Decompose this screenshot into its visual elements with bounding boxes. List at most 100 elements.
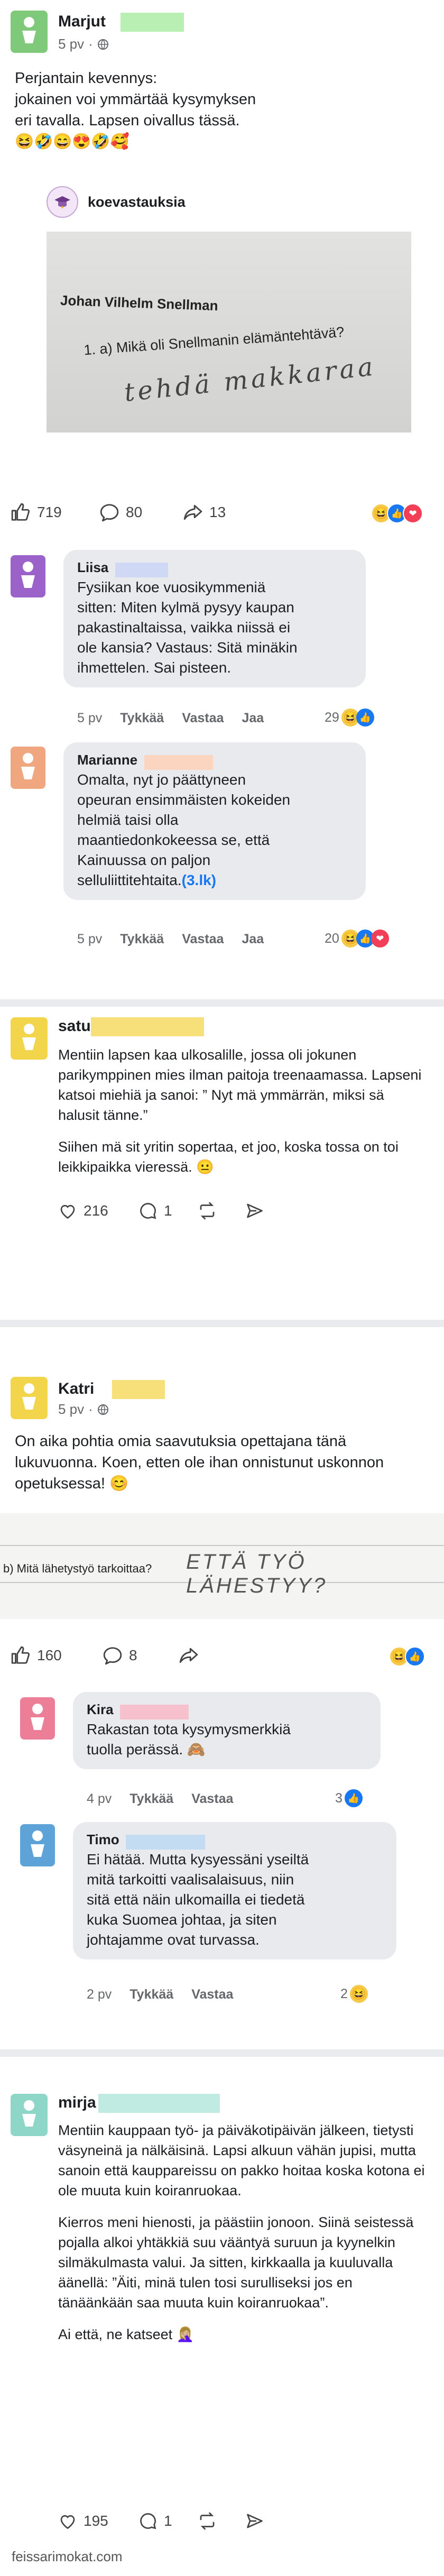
- comment-avatar[interactable]: [11, 747, 45, 789]
- comment-like-button[interactable]: Tykkää: [130, 1791, 173, 1807]
- like-count: 195: [84, 2513, 108, 2529]
- comment-icon: [140, 1203, 156, 1219]
- like-count: 216: [84, 1202, 108, 1219]
- name-highlight: [115, 562, 168, 577]
- comment-author[interactable]: Marianne: [77, 752, 137, 768]
- like-button[interactable]: 195: [58, 2511, 108, 2531]
- comment-link[interactable]: (3.lk): [182, 872, 216, 888]
- comment-time: 5 pv: [77, 932, 103, 946]
- person-icon: [22, 17, 36, 43]
- comment-reply-button[interactable]: Vastaa: [191, 1987, 233, 2002]
- repost-button[interactable]: [198, 1201, 223, 1220]
- repost-button[interactable]: [198, 2511, 223, 2531]
- comment-like-button[interactable]: Tykkää: [130, 1987, 173, 2002]
- comment-avatar[interactable]: [20, 1824, 55, 1866]
- comment-reactions[interactable]: 29 😆 👍: [325, 709, 374, 726]
- share-icon: [183, 504, 202, 520]
- comment-text: Rakastan tota kysymysmerkkiä tuolla perä…: [87, 1721, 291, 1758]
- post-paragraph: Mentiin kauppaan työ- ja päiväkotipäivän…: [58, 2122, 425, 2198]
- reaction-count: 20: [325, 931, 339, 946]
- post-katri: Katri 5 pv · On aika pohtia omia saavutu…: [0, 1327, 444, 2136]
- comment-bubble[interactable]: Marianne Omalta, nyt jo päättyneen opeur…: [63, 742, 366, 900]
- send-button[interactable]: [245, 2511, 271, 2531]
- avatar[interactable]: [11, 2094, 48, 2136]
- watermark: feissarimokat.com: [12, 2549, 123, 2564]
- comment-icon: [100, 504, 119, 522]
- repost-icon: [200, 2512, 215, 2530]
- comment-avatar[interactable]: [20, 1697, 55, 1740]
- comment-button[interactable]: 80: [99, 502, 142, 522]
- post-time: 5 pv ·: [58, 1401, 109, 1418]
- comment-avatar[interactable]: [11, 555, 45, 597]
- comment-bubble[interactable]: Liisa Fysiikan koe vuosikymmeniä sitten:…: [63, 550, 366, 687]
- comment-author[interactable]: Liisa: [77, 559, 108, 575]
- post-text: On aika pohtia omia saavutuksia opettaja…: [15, 1433, 384, 1492]
- author-name[interactable]: Marjut: [58, 13, 106, 31]
- comment-share-button[interactable]: Jaa: [242, 711, 264, 726]
- shared-page[interactable]: koevastauksia: [47, 186, 186, 218]
- person-icon: [31, 1830, 44, 1857]
- comment-reactions[interactable]: 20 😆 👍 ❤: [325, 930, 389, 947]
- person-icon: [21, 562, 35, 588]
- comment-reply-button[interactable]: Vastaa: [182, 932, 224, 947]
- name-highlight: [91, 1017, 204, 1036]
- comment-icon: [140, 2513, 156, 2529]
- comment-text: Omalta, nyt jo päättyneen opeuran ensimm…: [77, 771, 291, 888]
- comment-author[interactable]: Timo: [87, 1832, 119, 1847]
- like-button[interactable]: 719: [11, 502, 62, 522]
- avatar[interactable]: [11, 11, 48, 53]
- reaction-count: 3: [335, 1790, 343, 1806]
- person-icon: [31, 1704, 44, 1730]
- comment-reactions[interactable]: 2 😆: [340, 1985, 368, 2003]
- avatar[interactable]: [11, 1017, 48, 1060]
- exam-photo[interactable]: b) Mitä lähetystyö tarkoittaa? ETTÄ TYÖ …: [0, 1513, 444, 1619]
- post-paragraph: Ai että, ne katseet 🤦🏼‍♀️: [58, 2326, 195, 2342]
- comment-actions: 2 pv Tykkää Vastaa: [87, 1987, 233, 2002]
- like-button[interactable]: 216: [58, 1201, 108, 1220]
- post-mirja: mirja Mentiin kauppaan työ- ja päiväkoti…: [0, 2057, 444, 2543]
- comment-like-button[interactable]: Tykkää: [120, 711, 164, 726]
- reaction-count: 29: [325, 710, 339, 725]
- love-icon: ❤: [371, 930, 389, 947]
- reaction-icons[interactable]: 😆 👍 ❤: [371, 503, 423, 523]
- post-paragraph: Kierros meni hienosti, ja päästiin jonoo…: [58, 2214, 414, 2311]
- share-button[interactable]: 13: [183, 502, 226, 522]
- share-button[interactable]: [179, 1645, 205, 1666]
- comment-bubble[interactable]: Timo Ei hätää. Mutta kysyessäni yseiltä …: [73, 1822, 396, 1959]
- thumbs-up-icon: [11, 1646, 30, 1664]
- comment-time: 2 pv: [87, 1987, 112, 2002]
- comment-icon: [103, 1647, 122, 1665]
- comment-share-button[interactable]: Jaa: [242, 932, 264, 947]
- comment-reactions[interactable]: 3 👍: [335, 1789, 363, 1807]
- reaction-icons[interactable]: 😆 👍: [389, 1646, 425, 1667]
- comment-button[interactable]: 1: [138, 1201, 172, 1220]
- name-highlight: [126, 1834, 206, 1850]
- comment-count: 80: [126, 504, 143, 520]
- comment-like-button[interactable]: Tykkää: [120, 932, 164, 947]
- photo-heading: Johan Vilhelm Snellman: [60, 292, 219, 314]
- comment-author[interactable]: Kira: [87, 1701, 114, 1717]
- exam-photo[interactable]: Johan Vilhelm Snellman 1. a) Mikä oli Sn…: [47, 232, 411, 433]
- comment-button[interactable]: 8: [103, 1645, 137, 1666]
- author-name[interactable]: satu: [58, 1017, 91, 1035]
- like-button[interactable]: 160: [11, 1645, 62, 1666]
- send-icon: [247, 2514, 263, 2528]
- comment-text: Fysiikan koe vuosikymmeniä sitten: Miten…: [77, 578, 298, 676]
- comment-actions: 5 pv Tykkää Vastaa Jaa: [77, 932, 264, 947]
- comment-count: 1: [164, 1202, 172, 1219]
- comment-reply-button[interactable]: Vastaa: [191, 1791, 233, 1807]
- share-icon: [179, 1648, 198, 1663]
- comment-bubble[interactable]: Kira Rakastan tota kysymysmerkkiä tuolla…: [73, 1692, 381, 1769]
- send-button[interactable]: [245, 1201, 271, 1220]
- haha-icon: 😆: [349, 1985, 368, 2003]
- page-name: koevastauksia: [88, 194, 186, 210]
- author-name[interactable]: Katri: [58, 1380, 94, 1398]
- avatar[interactable]: [11, 1377, 48, 1419]
- comment-reply-button[interactable]: Vastaa: [182, 711, 224, 726]
- author-name[interactable]: mirja: [58, 2094, 96, 2112]
- person-icon: [21, 753, 35, 779]
- comment-button[interactable]: 1: [138, 2511, 172, 2531]
- comment-time: 4 pv: [87, 1791, 112, 1806]
- ruled-line: [0, 1545, 444, 1546]
- post-text: Mentiin kauppaan työ- ja päiväkotipäivän…: [58, 2120, 428, 2356]
